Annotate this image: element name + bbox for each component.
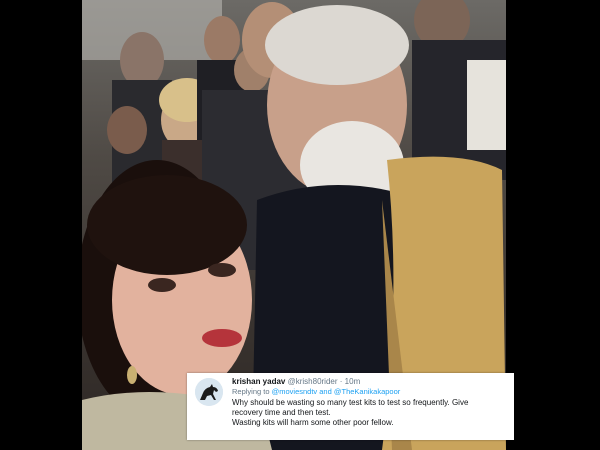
horse-avatar-icon[interactable]	[195, 378, 223, 406]
tweet-text-line: Wasting kits will harm some other poor f…	[232, 418, 394, 427]
user-handle[interactable]: @krish80rider	[288, 377, 338, 386]
reply-conjunction: and	[319, 387, 332, 396]
reply-mention-thekanikakapoor[interactable]: @TheKanikakapoor	[334, 387, 400, 396]
reply-prefix: Replying to	[232, 387, 270, 396]
reply-context: Replying to @moviesndtv and @TheKanikaka…	[232, 387, 506, 397]
tweet-body: Why should be wasting so many test kits …	[232, 398, 506, 428]
tweet-timestamp[interactable]: 10m	[345, 377, 361, 386]
separator-dot: ·	[339, 377, 343, 386]
tweet-text-line: recovery time and then test.	[232, 408, 331, 417]
tweet-header: krishan yadav @krish80rider · 10m	[232, 377, 506, 387]
display-name[interactable]: krishan yadav	[232, 377, 285, 386]
tweet-text-line: Why should be wasting so many test kits …	[232, 398, 469, 407]
reply-mention-moviesndtv[interactable]: @moviesndtv	[272, 387, 318, 396]
tweet-card[interactable]: krishan yadav @krish80rider · 10m Replyi…	[187, 373, 514, 440]
